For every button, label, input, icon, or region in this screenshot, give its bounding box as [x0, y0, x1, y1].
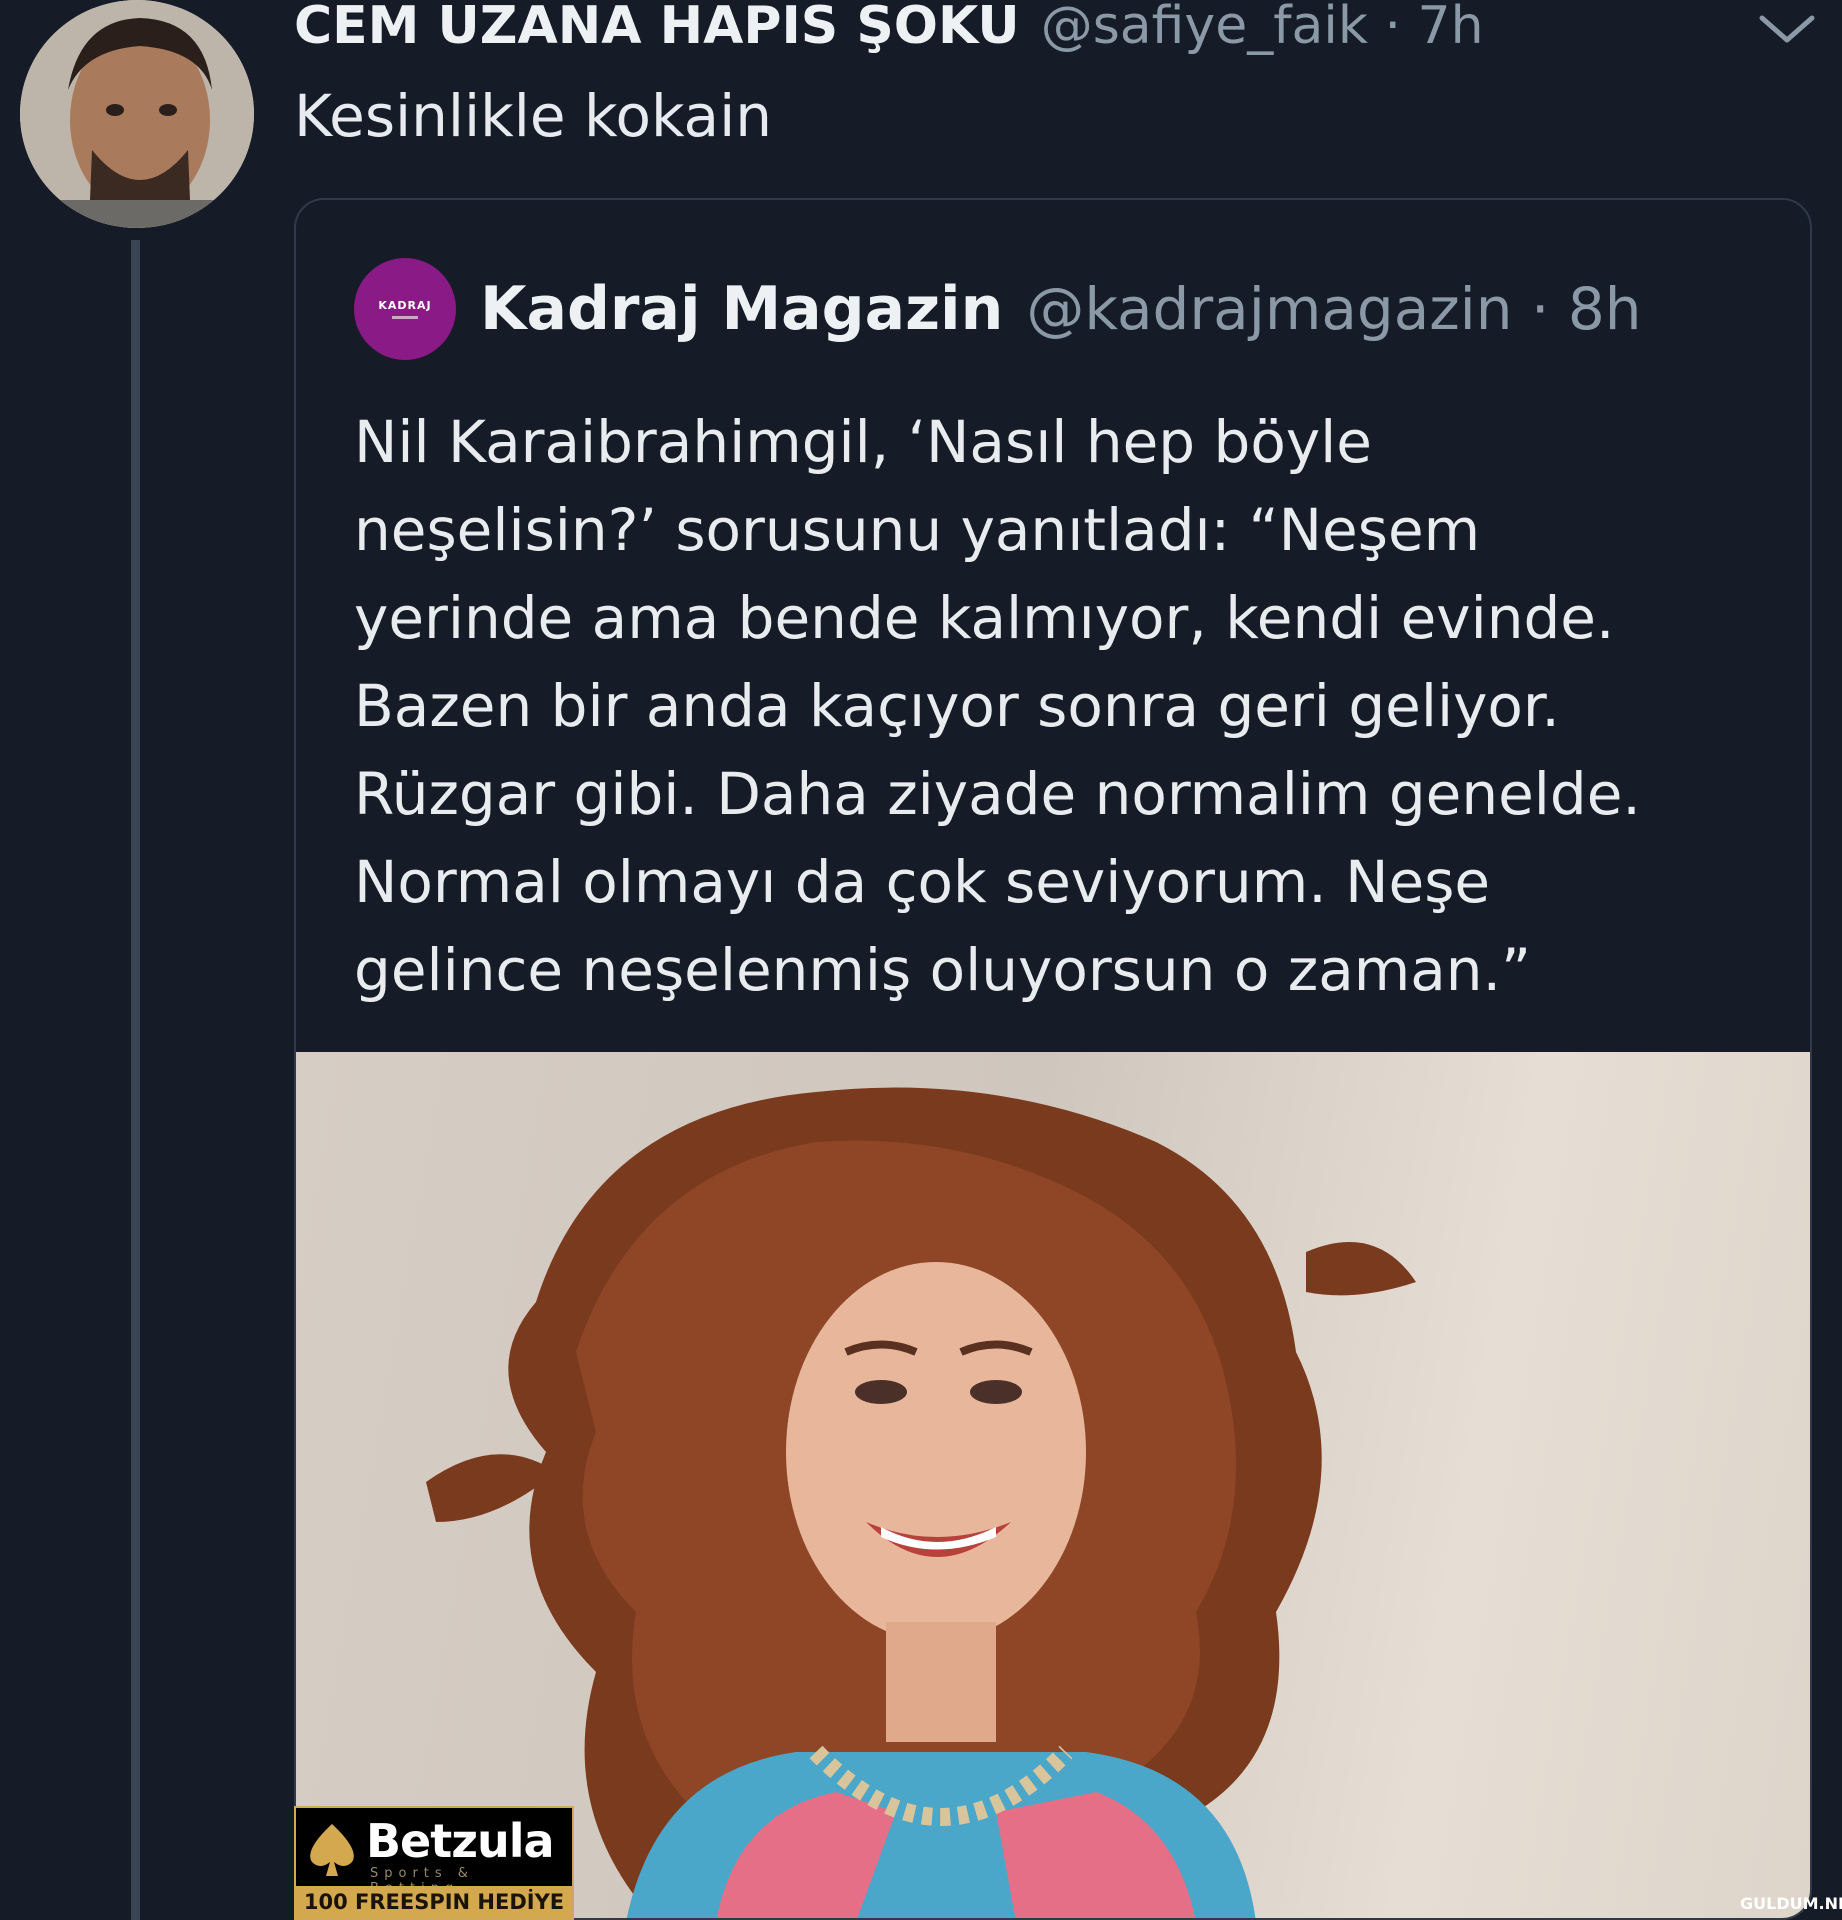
spade-icon — [310, 1824, 354, 1876]
quoted-logo-text: KADRAJ — [378, 299, 432, 312]
quoted-text: Nil Karaibrahimgil, ‘Nasıl hep böyle neş… — [354, 398, 1774, 1014]
betzula-ad-badge[interactable]: Betzula Sports & Betting 100 FREESPIN HE… — [294, 1806, 574, 1920]
quoted-header: Kadraj Magazin @kadrajmagazin · 8h — [480, 274, 1642, 344]
quoted-text-line: Bazen bir anda kaçıyor sonra geri geliyo… — [354, 672, 1560, 740]
ad-cta-text: 100 FREESPIN HEDİYE — [303, 1890, 565, 1914]
chevron-down-icon[interactable] — [1752, 10, 1822, 50]
quoted-author-name[interactable]: Kadraj Magazin — [480, 274, 1003, 344]
quoted-text-line: Rüzgar gibi. Daha ziyade normalim geneld… — [354, 760, 1641, 828]
quoted-handle-time[interactable]: @kadrajmagazin · 8h — [1026, 275, 1641, 343]
user-avatar[interactable] — [20, 0, 254, 228]
quoted-avatar-logo[interactable]: KADRAJ — [354, 258, 456, 360]
author-handle-time[interactable]: @safiye_faik · 7h — [1041, 0, 1484, 56]
tweet-header: CEM UZANA HAPIS ŞOKU @safiye_faik · 7h — [294, 0, 1484, 66]
user-avatar-photo — [20, 0, 254, 228]
site-watermark: GULDUM.NET — [1740, 1894, 1842, 1913]
tweet-text: Kesinlikle kokain — [294, 82, 772, 150]
logo-underline — [392, 316, 418, 319]
ad-top: Betzula Sports & Betting — [296, 1808, 572, 1896]
quoted-photo[interactable] — [296, 1052, 1810, 1918]
quoted-text-line: Nil Karaibrahimgil, ‘Nasıl hep böyle — [354, 408, 1372, 476]
quoted-text-line: neşelisin?’ sorusunu yanıtladı: “Neşem — [354, 496, 1481, 564]
portrait-photo — [426, 1087, 1416, 1918]
author-name[interactable]: CEM UZANA HAPIS ŞOKU — [294, 0, 1020, 56]
quoted-tweet-card[interactable]: KADRAJ Kadraj Magazin @kadrajmagazin · 8… — [294, 198, 1812, 1920]
thread-line — [131, 240, 140, 1920]
quoted-text-line: gelince neşelenmiş oluyorsun o zaman.” — [354, 936, 1532, 1004]
ad-brand: Betzula — [366, 1814, 555, 1868]
quoted-text-line: yerinde ama bende kalmıyor, kendi evinde… — [354, 584, 1615, 652]
ad-cta-bar[interactable]: 100 FREESPIN HEDİYE — [296, 1886, 572, 1918]
quoted-text-line: Normal olmayı da çok seviyorum. Neşe — [354, 848, 1491, 916]
